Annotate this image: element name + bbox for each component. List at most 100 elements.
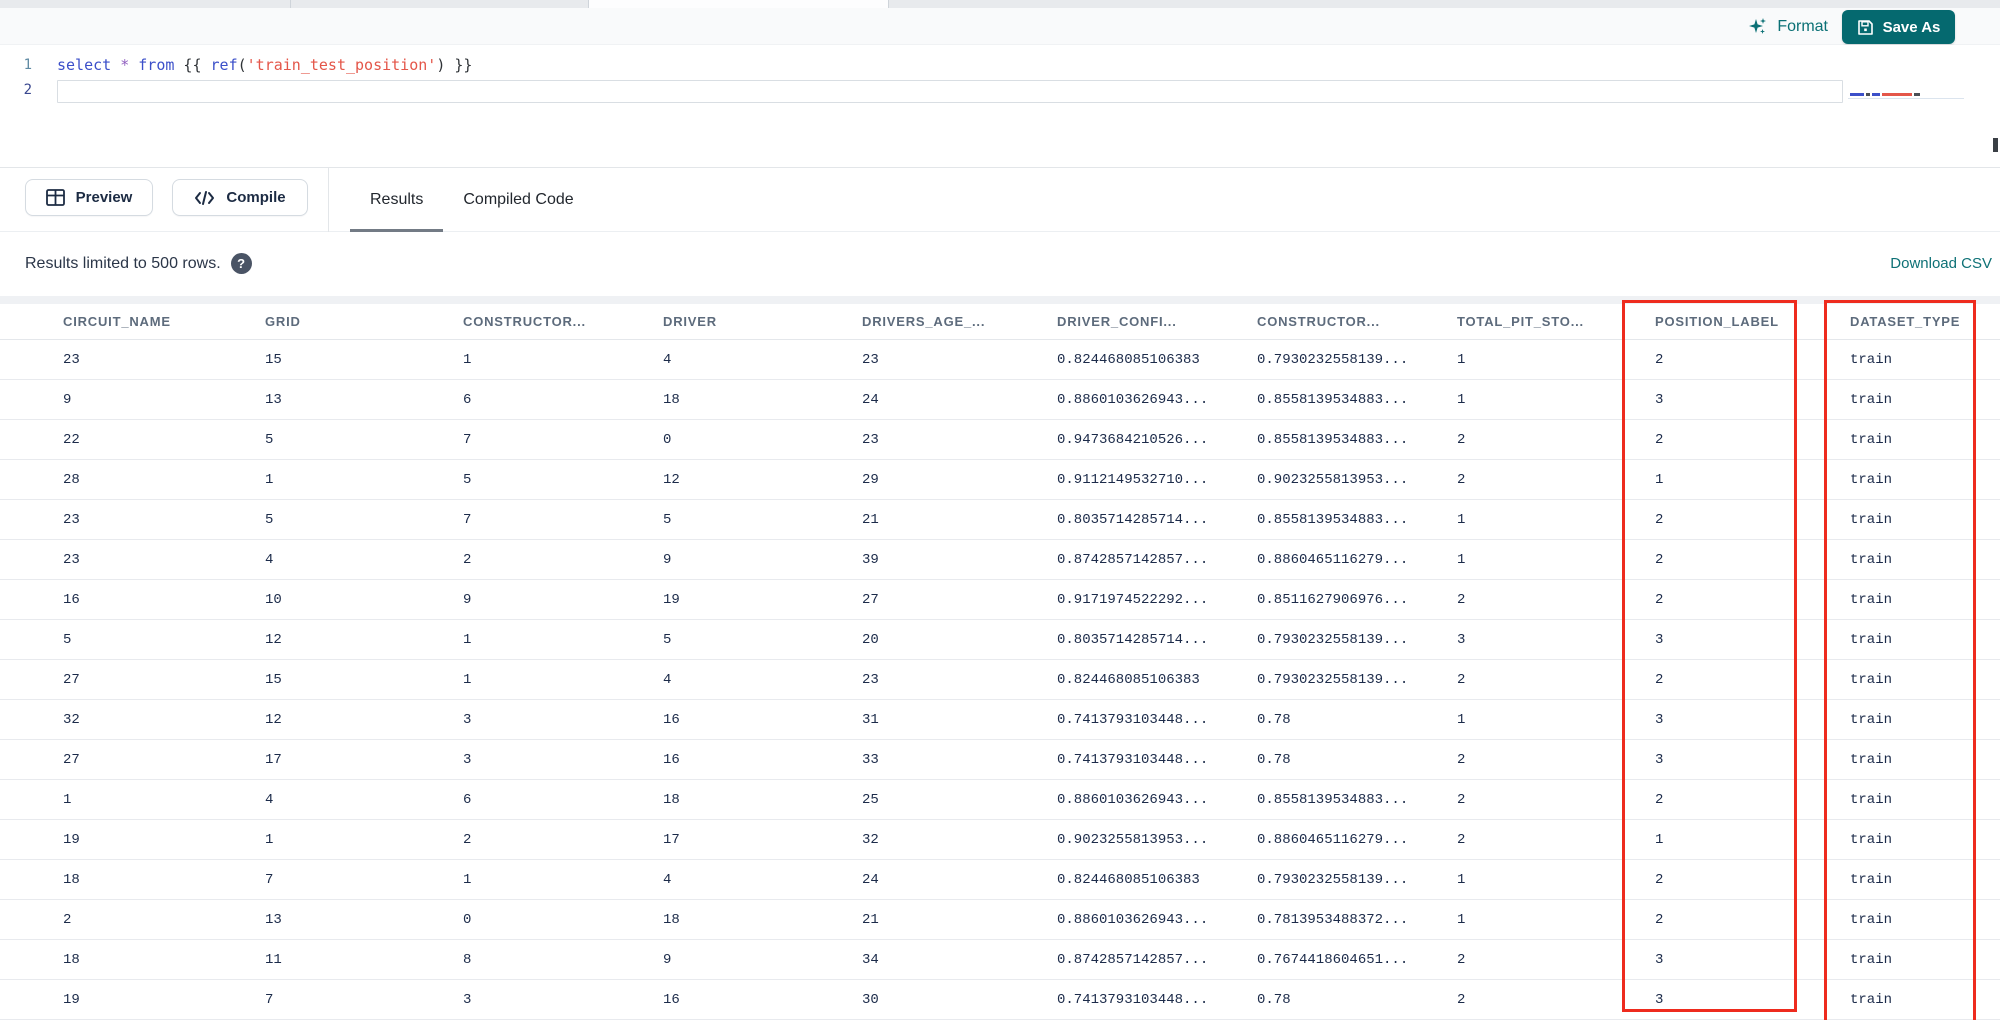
results-table: CIRCUIT_NAME GRID CONSTRUCTOR... DRIVER DRIV… xyxy=(0,304,2000,1020)
table-cell: 17 xyxy=(265,751,282,768)
code-token: 'train_test_position' xyxy=(246,56,437,74)
table-cell: 4 xyxy=(265,791,274,808)
table-cell: 0.8860465116279... xyxy=(1257,831,1409,848)
table-cell: 1 xyxy=(463,871,472,888)
table-cell: 10 xyxy=(265,591,282,608)
column-header: CIRCUIT_NAME xyxy=(63,314,171,329)
editor-toolbar: Format Save As xyxy=(0,8,2000,45)
table-cell: 9 xyxy=(663,951,672,968)
column-header: CONSTRUCTOR... xyxy=(463,314,586,329)
table-cell: 0.9112149532710... xyxy=(1057,471,1209,488)
table-cell: 0.824468085106383 xyxy=(1057,671,1200,688)
save-as-button[interactable]: Save As xyxy=(1842,10,1955,44)
save-icon xyxy=(1857,19,1874,36)
table-cell: 7 xyxy=(463,431,472,448)
code-line-1[interactable]: select * from {{ ref('train_test_positio… xyxy=(57,53,472,78)
table-row: 18 11 8 9 34 0.8742857142857... 0.767441860465… xyxy=(0,940,2000,980)
table-cell: 3 xyxy=(1457,631,1466,648)
code-token: {{ xyxy=(174,56,211,74)
table-cell: 6 xyxy=(463,791,472,808)
preview-button[interactable]: Preview xyxy=(25,179,153,216)
active-file-tab[interactable] xyxy=(588,0,888,8)
table-row: 23 15 1 4 23 0.824468085106383 0.7930232558139… xyxy=(0,340,2000,380)
table-cell: 0.8035714285714... xyxy=(1057,631,1209,648)
table-body: 23 15 1 4 23 0.824468085106383 0.7930232558139… xyxy=(0,340,2000,1020)
table-cell: train xyxy=(1850,951,1893,968)
table-cell: 2 xyxy=(1457,751,1466,768)
compile-label: Compile xyxy=(226,189,286,206)
table-row: 5 12 1 5 20 0.8035714285714... 0.7930232558139… xyxy=(0,620,2000,660)
code-editor[interactable]: 1 2 select * from {{ ref('train_test_pos… xyxy=(0,45,2000,209)
table-cell: train xyxy=(1850,471,1893,488)
table-cell: 0.8035714285714... xyxy=(1057,511,1209,528)
table-cell: 1 xyxy=(463,631,472,648)
table-row: 1 4 6 18 25 0.8860103626943... 0.8558139534883… xyxy=(0,780,2000,820)
table-cell: train xyxy=(1850,591,1893,608)
table-cell: 0.8558139534883... xyxy=(1257,511,1409,528)
help-icon[interactable]: ? xyxy=(230,253,252,274)
table-row: 19 7 3 16 30 0.7413793103448... 0.78 2 3 train xyxy=(0,980,2000,1020)
table-cell: train xyxy=(1850,871,1893,888)
table-cell: 2 xyxy=(1457,831,1466,848)
table-cell: 34 xyxy=(862,951,879,968)
table-icon xyxy=(45,189,65,206)
column-header: DATASET_TYPE xyxy=(1850,314,1961,329)
table-cell: 3 xyxy=(1655,631,1664,648)
table-cell: 1 xyxy=(1457,391,1466,408)
table-cell: 3 xyxy=(1655,711,1664,728)
table-cell: 2 xyxy=(1457,591,1466,608)
table-cell: train xyxy=(1850,831,1893,848)
table-cell: 0.7930232558139... xyxy=(1257,671,1409,688)
table-cell: 4 xyxy=(663,871,672,888)
scrollbar-marker[interactable] xyxy=(1993,138,1998,152)
table-cell: 31 xyxy=(862,711,879,728)
table-cell: 15 xyxy=(265,351,282,368)
table-cell: 0.7930232558139... xyxy=(1257,351,1409,368)
table-cell: 0.8558139534883... xyxy=(1257,791,1409,808)
table-cell: 27 xyxy=(63,751,80,768)
compile-button[interactable]: Compile xyxy=(172,179,308,216)
table-cell: 23 xyxy=(63,511,80,528)
column-header: GRID xyxy=(265,314,301,329)
format-button[interactable]: Format xyxy=(1748,12,1828,42)
table-row: 22 5 7 0 23 0.9473684210526... 0.8558139534883… xyxy=(0,420,2000,460)
table-cell: train xyxy=(1850,791,1893,808)
table-cell: train xyxy=(1850,391,1893,408)
table-cell: 2 xyxy=(463,551,472,568)
table-cell: 5 xyxy=(463,471,472,488)
table-row: 27 15 1 4 23 0.824468085106383 0.7930232558139… xyxy=(0,660,2000,700)
table-cell: 1 xyxy=(1457,871,1466,888)
table-cell: 0.8511627906976... xyxy=(1257,591,1409,608)
format-label: Format xyxy=(1777,18,1828,35)
tab-results[interactable]: Results xyxy=(350,168,444,232)
table-cell: 1 xyxy=(63,791,72,808)
table-cell: 28 xyxy=(63,471,80,488)
code-line-2-active[interactable] xyxy=(57,80,1843,103)
table-cell: 2 xyxy=(1457,991,1466,1008)
table-cell: 4 xyxy=(265,551,274,568)
column-header: DRIVER_CONFI... xyxy=(1057,314,1177,329)
line-number: 1 xyxy=(23,57,32,73)
divider xyxy=(328,168,329,232)
table-cell: 29 xyxy=(862,471,879,488)
table-cell: 0.7413793103448... xyxy=(1057,751,1209,768)
preview-label: Preview xyxy=(75,189,133,206)
tab-compiled-code[interactable]: Compiled Code xyxy=(443,168,593,232)
table-cell: 3 xyxy=(1655,751,1664,768)
table-cell: 0.8860103626943... xyxy=(1057,911,1209,928)
minimap-viewport xyxy=(1848,98,1964,99)
table-row: 16 10 9 19 27 0.9171974522292... 0.85116279069… xyxy=(0,580,2000,620)
table-cell: 19 xyxy=(63,991,80,1008)
file-tab-bar xyxy=(0,0,2000,8)
table-cell: 23 xyxy=(63,551,80,568)
table-cell: 0.7413793103448... xyxy=(1057,991,1209,1008)
column-header: DRIVERS_AGE_... xyxy=(862,314,986,329)
line-number: 2 xyxy=(23,82,32,98)
download-csv-link[interactable]: Download CSV xyxy=(1890,255,1992,272)
table-cell: train xyxy=(1850,911,1893,928)
table-cell: 18 xyxy=(663,911,680,928)
sparkles-icon xyxy=(1748,17,1768,37)
results-tabs: Results Compiled Code xyxy=(350,168,594,232)
table-cell: 7 xyxy=(463,511,472,528)
table-cell: train xyxy=(1850,751,1893,768)
